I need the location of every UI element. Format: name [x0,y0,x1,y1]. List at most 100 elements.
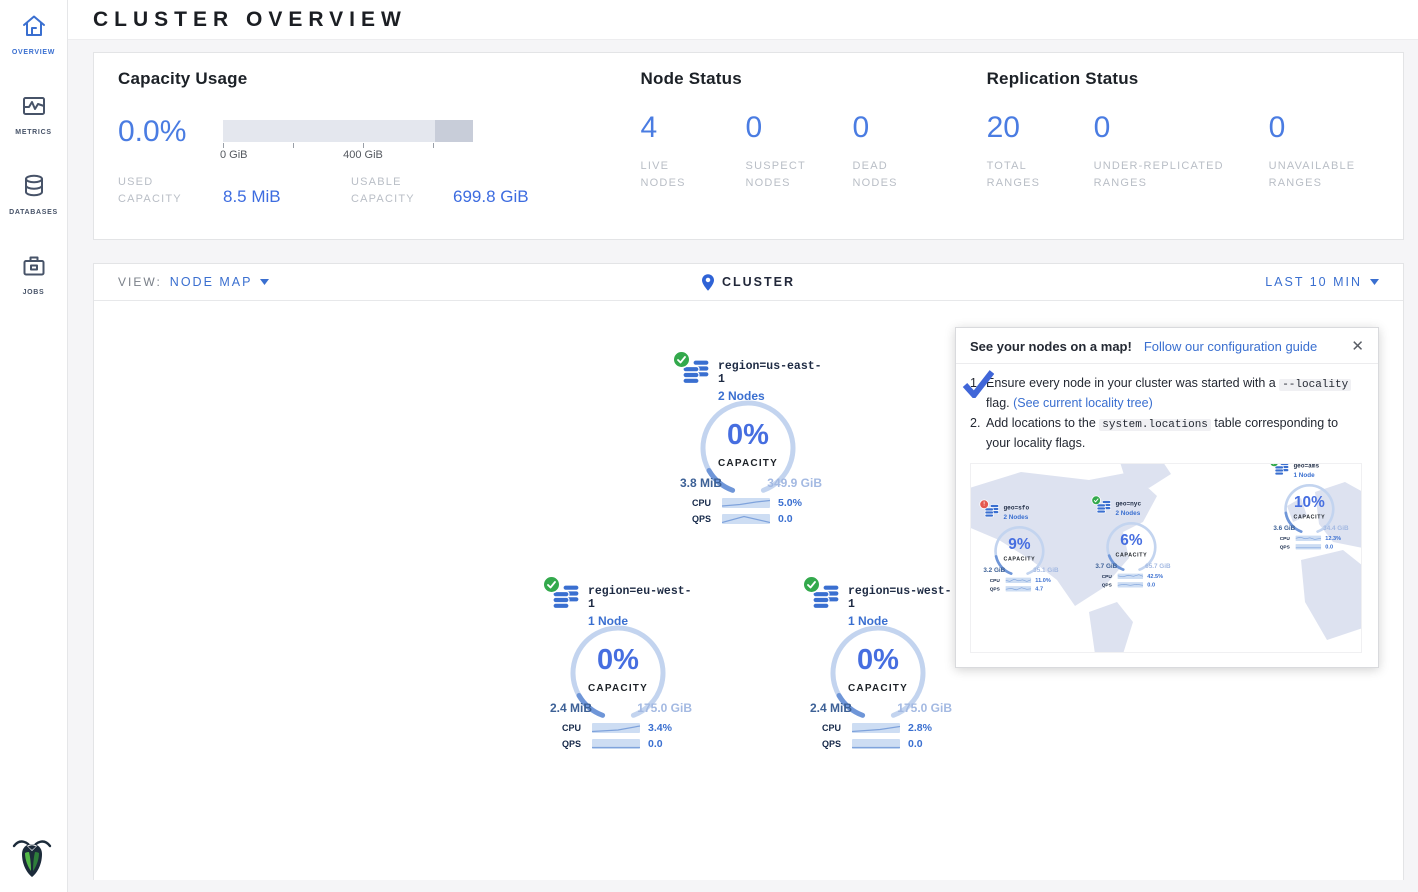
axis-tick-label: 0 GiB [220,149,248,161]
used-value: 2.4 MiB [550,701,592,715]
suspect-nodes-label: SUSPECT NODES [746,158,816,192]
sidebar-item-metrics[interactable]: METRICS [0,80,67,160]
sidebar-item-label: DATABASES [9,209,58,216]
cpu-sparkline [1118,573,1143,578]
qps-value: 0.0 [1147,581,1155,587]
node-map-panel: VIEW: NODE MAP CLUSTER LAST 10 MIN [93,263,1404,880]
region-label: region=us-east-1 [718,360,828,386]
cpu-sparkline [1296,535,1321,540]
locality-setup-popup: See your nodes on a map! Follow our conf… [955,327,1379,668]
close-icon[interactable]: ✕ [1351,339,1364,354]
region-label: geo=ams [1294,463,1320,469]
step-text: Ensure every node in your cluster was st… [986,376,1279,390]
region-label: geo=sfo [1004,504,1030,511]
chevron-down-icon [260,279,269,285]
status-error-badge: ! [980,500,988,508]
time-range-value: LAST 10 MIN [1265,275,1362,289]
capacity-usage-title: Capacity Usage [118,69,641,89]
dead-nodes-label: DEAD NODES [853,158,923,192]
node-map-canvas[interactable]: region=us-east-1 2 Nodes 0% CAPACITY 3.8… [94,301,1403,880]
total-value: 349.9 GiB [767,476,822,490]
cpu-label: CPU [1280,535,1296,540]
under-replicated-label: UNDER-REPLICATED RANGES [1094,158,1244,192]
used-value: 3.6 GiB [1273,524,1295,531]
sidebar-item-databases[interactable]: DATABASES [0,160,67,240]
capacity-label: CAPACITY [1267,514,1352,520]
status-ok-badge [544,577,559,592]
total-value: 65.7 GiB [1145,562,1170,569]
cpu-value: 11.0% [1035,577,1050,583]
sidebar-item-overview[interactable]: OVERVIEW [0,0,67,80]
cpu-label: CPU [822,723,852,733]
briefcase-icon [21,253,47,284]
region-label: region=eu-west-1 [588,585,698,611]
sidebar-item-label: OVERVIEW [12,49,55,56]
node-group-eu-west-1[interactable]: region=eu-west-1 1 Node 0% CAPACITY 2.4 … [538,584,698,759]
capacity-label: CAPACITY [668,458,828,469]
home-icon [21,13,47,44]
step-number: 2. [970,414,986,452]
mini-node-group-ams: geo=ams 1 Node 10% [1267,463,1352,555]
cpu-label: CPU [692,498,722,508]
qps-sparkline [592,739,640,749]
cpu-sparkline [852,723,900,733]
status-ok-badge [674,352,689,367]
cockroach-logo[interactable] [10,834,54,880]
breadcrumb-label: CLUSTER [722,275,795,289]
capacity-label: CAPACITY [798,683,958,694]
suspect-nodes-count: 0 [746,111,853,145]
usable-capacity-label: USABLE CAPACITY [351,174,443,208]
qps-label: QPS [562,739,592,749]
qps-sparkline [1006,586,1031,591]
view-value: NODE MAP [170,275,253,289]
sidebar-item-jobs[interactable]: JOBS [0,240,67,320]
qps-label: QPS [822,739,852,749]
content: Capacity Usage 0.0% 0 GiB 400 GiB [68,52,1418,880]
configuration-guide-link[interactable]: Follow our configuration guide [1144,339,1317,354]
unavailable-ranges-label: UNAVAILABLE RANGES [1269,158,1364,192]
cpu-label: CPU [562,723,592,733]
capacity-bar: 0 GiB 400 GiB [223,120,473,162]
chevron-down-icon [1370,279,1379,285]
node-count: 2 Nodes [1004,513,1030,520]
node-count: 2 Nodes [1116,509,1142,516]
capacity-percent: 0% [668,419,828,452]
qps-sparkline [722,514,770,524]
total-value: 34.4 GiB [1323,524,1348,531]
unavailable-ranges-count: 0 [1269,111,1364,145]
node-group-us-east-1[interactable]: region=us-east-1 2 Nodes 0% CAPACITY 3.8… [668,359,828,534]
used-capacity-label: USED CAPACITY [118,174,210,208]
topbar: CLUSTER OVERVIEW [68,0,1418,40]
axis-tick-label: 400 GiB [343,149,383,161]
metrics-icon [21,93,47,124]
replication-status-section: Replication Status 20 TOTAL RANGES 0 UND… [987,69,1403,239]
qps-value: 0.0 [778,513,793,525]
time-range-selector[interactable]: LAST 10 MIN [1265,275,1379,289]
qps-label: QPS [990,586,1006,591]
capacity-usage-section: Capacity Usage 0.0% 0 GiB 400 GiB [118,69,641,239]
qps-label: QPS [1280,544,1296,549]
locality-tree-link[interactable]: (See current locality tree) [1013,396,1153,410]
summary-panel: Capacity Usage 0.0% 0 GiB 400 GiB [93,52,1404,240]
qps-label: QPS [1102,582,1118,587]
total-ranges-count: 20 [987,111,1094,145]
total-ranges-label: TOTAL RANGES [987,158,1057,192]
qps-sparkline [852,739,900,749]
view-selector[interactable]: VIEW: NODE MAP [118,275,269,289]
step-text: Add locations to the [986,416,1099,430]
qps-sparkline [1296,544,1321,549]
qps-sparkline [1118,582,1143,587]
cpu-label: CPU [1102,573,1118,578]
map-toolbar: VIEW: NODE MAP CLUSTER LAST 10 MIN [94,264,1403,301]
capacity-percent: 0.0% [118,115,223,149]
database-icon [21,173,47,204]
node-status-section: Node Status 4 LIVE NODES 0 SUSPECT NODES… [641,69,987,239]
capacity-label: CAPACITY [538,683,698,694]
map-preview: ! geo=sfo 2 Nodes [970,463,1362,653]
qps-label: QPS [692,514,722,524]
used-value: 3.2 GiB [983,566,1005,573]
qps-value: 0.0 [908,738,923,750]
app-root: OVERVIEW METRICS DATABASES [0,0,1418,892]
used-value: 2.4 MiB [810,701,852,715]
node-group-us-west-1[interactable]: region=us-west-1 1 Node 0% CAPACITY 2.4 … [798,584,958,759]
